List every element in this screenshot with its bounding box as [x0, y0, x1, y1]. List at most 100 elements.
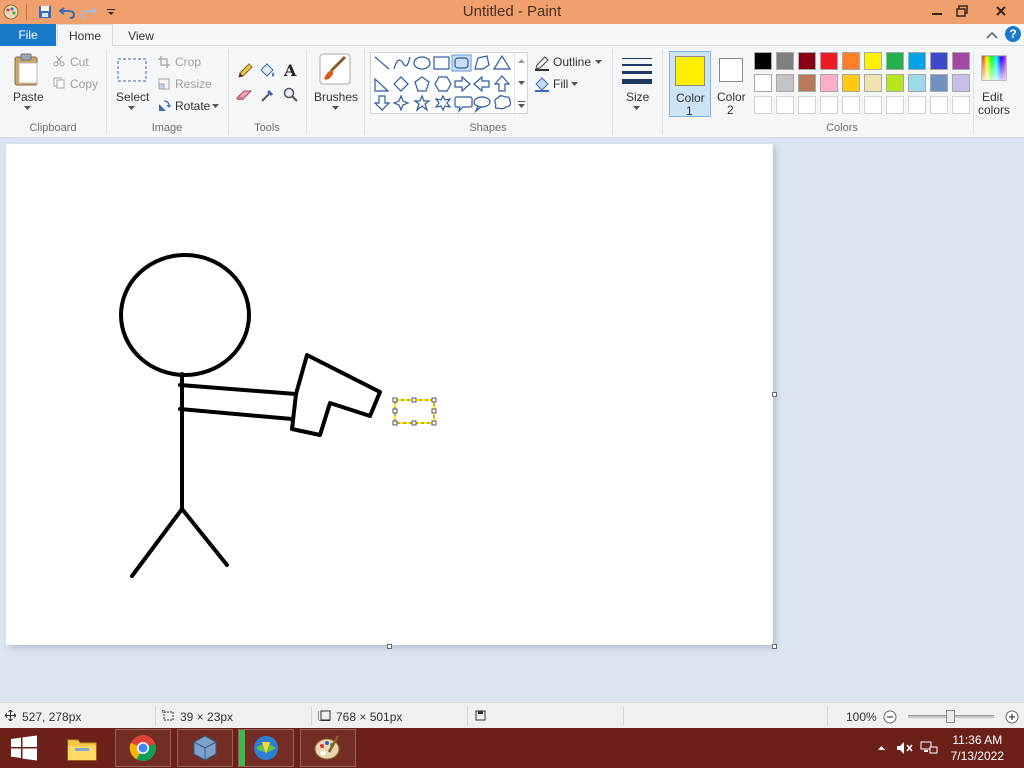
- rotate-button[interactable]: Rotate: [175, 99, 210, 113]
- text-icon[interactable]: A: [281, 60, 301, 80]
- magnifier-icon[interactable]: [282, 86, 300, 104]
- clock-time: 11:36 AM: [952, 733, 1003, 747]
- custom-color-swatch[interactable]: [842, 96, 860, 114]
- fill-button[interactable]: Fill: [553, 77, 568, 91]
- palette-swatch[interactable]: [820, 74, 838, 92]
- gallery-up-icon[interactable]: [517, 57, 526, 65]
- fill-chevron-down-icon[interactable]: [570, 80, 578, 88]
- brushes-chevron-down-icon[interactable]: [330, 104, 340, 112]
- paste-chevron-down-icon[interactable]: [22, 104, 32, 112]
- size-button[interactable]: Size: [626, 90, 649, 104]
- paint-taskbar-icon[interactable]: [300, 729, 356, 767]
- zoom-out-button[interactable]: [882, 709, 897, 724]
- fill-bucket-icon[interactable]: [258, 62, 276, 80]
- gallery-expand-icon[interactable]: [517, 99, 526, 109]
- drawing-canvas[interactable]: [6, 144, 773, 645]
- canvas-resize-handle-bottom[interactable]: [387, 644, 392, 649]
- eraser-icon[interactable]: [236, 86, 254, 104]
- brushes-button[interactable]: Brushes: [314, 90, 358, 104]
- clock-date: 7/13/2022: [950, 749, 1004, 763]
- pencil-icon[interactable]: [236, 62, 254, 80]
- network-icon[interactable]: [920, 740, 938, 756]
- edit-colors-label-2[interactable]: colors: [978, 103, 1010, 117]
- select-icon[interactable]: [116, 56, 148, 84]
- taskbar-clock[interactable]: 11:36 AM 7/13/2022: [951, 732, 1004, 764]
- outline-icon[interactable]: [534, 55, 550, 71]
- palette-swatch[interactable]: [930, 52, 948, 70]
- show-hidden-icons-chevron-icon[interactable]: [876, 744, 886, 752]
- fill-icon[interactable]: [534, 76, 550, 92]
- custom-color-swatch[interactable]: [930, 96, 948, 114]
- ribbon-separator: [306, 50, 307, 134]
- palette-swatch[interactable]: [776, 52, 794, 70]
- palette-swatch[interactable]: [908, 52, 926, 70]
- color-picker-icon[interactable]: [259, 86, 277, 104]
- palette-swatch[interactable]: [842, 52, 860, 70]
- brushes-icon[interactable]: [318, 52, 352, 86]
- palette-swatch[interactable]: [864, 52, 882, 70]
- custom-color-swatch[interactable]: [886, 96, 904, 114]
- palette-swatch[interactable]: [886, 74, 904, 92]
- paste-button[interactable]: Paste: [13, 90, 44, 104]
- zoom-slider-thumb[interactable]: [946, 710, 955, 723]
- tab-view[interactable]: View: [118, 24, 164, 47]
- palette-swatch[interactable]: [886, 52, 904, 70]
- minimize-ribbon-icon[interactable]: [984, 28, 1000, 42]
- help-icon[interactable]: ?: [1005, 26, 1021, 42]
- palette-swatch[interactable]: [798, 74, 816, 92]
- rotate-chevron-down-icon[interactable]: [211, 102, 219, 110]
- color1-button[interactable]: Color 1: [669, 51, 711, 118]
- canvas-resize-handle-right[interactable]: [772, 392, 777, 397]
- download-manager-taskbar-icon[interactable]: [238, 729, 294, 767]
- selection-size: 39 × 23px: [180, 710, 234, 724]
- speaker-muted-icon[interactable]: [896, 740, 914, 756]
- outline-button[interactable]: Outline: [553, 55, 591, 69]
- tab-file[interactable]: File: [0, 24, 56, 46]
- custom-color-swatch[interactable]: [798, 96, 816, 114]
- restore-button[interactable]: [947, 0, 977, 22]
- palette-swatch[interactable]: [864, 74, 882, 92]
- cut-button[interactable]: Cut: [70, 55, 89, 69]
- gallery-down-icon[interactable]: [517, 79, 526, 87]
- shapes-gallery-scrollbar[interactable]: [514, 53, 527, 113]
- select-chevron-down-icon[interactable]: [126, 104, 136, 112]
- rounded-callout-shape-icon: [454, 96, 473, 113]
- paste-icon[interactable]: [10, 52, 44, 88]
- clipboard-group-label: Clipboard: [29, 122, 77, 134]
- palette-swatch[interactable]: [776, 74, 794, 92]
- outline-chevron-down-icon[interactable]: [594, 58, 602, 66]
- canvas-resize-handle-corner[interactable]: [772, 644, 777, 649]
- size-icon[interactable]: [619, 54, 655, 86]
- palette-swatch[interactable]: [842, 74, 860, 92]
- zoom-in-button[interactable]: [1004, 709, 1019, 724]
- start-button[interactable]: [0, 729, 48, 767]
- custom-color-swatch[interactable]: [952, 96, 970, 114]
- copy-button[interactable]: Copy: [70, 77, 98, 91]
- palette-swatch[interactable]: [908, 74, 926, 92]
- file-explorer-taskbar-icon[interactable]: [54, 729, 110, 767]
- chrome-taskbar-icon[interactable]: [115, 729, 171, 767]
- crop-button[interactable]: Crop: [175, 55, 201, 69]
- palette-swatch[interactable]: [930, 74, 948, 92]
- palette-swatch[interactable]: [952, 74, 970, 92]
- custom-color-swatch[interactable]: [776, 96, 794, 114]
- edit-colors-label[interactable]: Edit: [982, 90, 1003, 104]
- close-button[interactable]: [984, 0, 1018, 22]
- custom-color-swatch[interactable]: [908, 96, 926, 114]
- color2-button[interactable]: Color 2: [713, 51, 751, 117]
- custom-color-swatch[interactable]: [864, 96, 882, 114]
- rectangle-shape-icon: [433, 56, 450, 70]
- palette-swatch[interactable]: [754, 74, 772, 92]
- custom-color-swatch[interactable]: [754, 96, 772, 114]
- virtualbox-taskbar-icon[interactable]: [177, 729, 233, 767]
- palette-swatch[interactable]: [798, 52, 816, 70]
- custom-color-swatch[interactable]: [820, 96, 838, 114]
- resize-button[interactable]: Resize: [175, 77, 212, 91]
- edit-colors-icon[interactable]: [980, 54, 1008, 82]
- palette-swatch[interactable]: [820, 52, 838, 70]
- select-button[interactable]: Select: [116, 90, 149, 104]
- size-chevron-down-icon[interactable]: [631, 104, 641, 112]
- palette-swatch[interactable]: [754, 52, 772, 70]
- tab-home[interactable]: Home: [57, 24, 113, 47]
- palette-swatch[interactable]: [952, 52, 970, 70]
